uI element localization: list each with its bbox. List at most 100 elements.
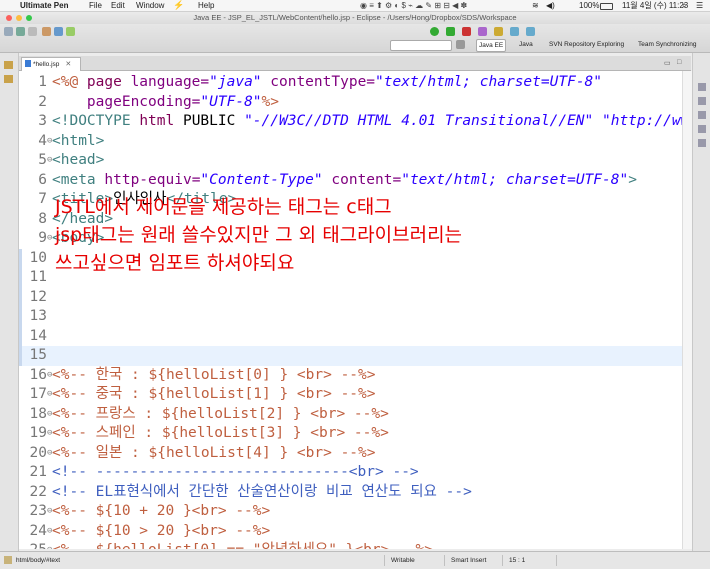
code-line[interactable]: 19 ⊖ <%-- 스페인 : ${helloList[3] } <br> --%> [19, 424, 682, 444]
battery-icon[interactable] [600, 3, 613, 10]
code-token: "UTF-8" [200, 93, 262, 110]
view-icon[interactable] [698, 125, 706, 133]
code-line[interactable]: 5 ⊖ <head> [19, 151, 682, 171]
run-icon[interactable] [430, 27, 439, 36]
line-number: 15 [29, 347, 47, 363]
code-line[interactable]: 6 <meta http-equiv="Content-Type" content… [19, 171, 682, 191]
line-number: 20 [29, 444, 47, 461]
minimize-editor-icon[interactable]: ▭ [664, 59, 671, 67]
close-tab-icon[interactable]: ✕ [65, 61, 71, 68]
code-line[interactable]: 20 ⊖ <%-- 일본 : ${helloList[4] } <br> --%> [19, 444, 682, 464]
view-icon[interactable] [698, 111, 706, 119]
code-line[interactable]: 3 <!DOCTYPE html PUBLIC "-//W3C//DTD HTML… [19, 112, 682, 132]
status-separator [556, 555, 557, 566]
code-token: <%-- 중국 : ${helloList[1] } <br> --%> [52, 386, 376, 402]
change-marker [19, 346, 22, 366]
perspective-team-sync[interactable]: Team Synchronizing [636, 39, 699, 50]
spotlight-icon[interactable]: ⌕ [682, 0, 686, 11]
menu-help[interactable]: Help [198, 0, 214, 11]
code-line[interactable]: 21 <!-- -----------------------------<br>… [19, 463, 682, 483]
project-explorer-icon[interactable] [4, 61, 13, 69]
menu-file[interactable]: File [89, 0, 102, 11]
close-window-icon[interactable] [6, 15, 12, 21]
menu-bar: Ultimate Pen File Edit Window ⚡ Help ◉ ≡… [0, 0, 710, 12]
zoom-window-icon[interactable] [26, 15, 32, 21]
back-icon[interactable] [510, 27, 519, 36]
maximize-editor-icon[interactable]: □ [677, 59, 681, 66]
volume-icon[interactable]: ◀) [546, 0, 555, 11]
status-bar: html/body/#text Writable Smart Insert 15… [0, 551, 710, 569]
code-line[interactable]: 13 [19, 307, 682, 327]
editor-tab[interactable]: *hello.jsp ✕ [21, 57, 81, 71]
code-line[interactable]: 23 ⊖ <%-- ${10 + 20 }<br> --%> [19, 502, 682, 522]
code-token: <%-- 일본 : ${helloList[4] } <br> --%> [52, 444, 376, 461]
app-name-menu[interactable]: Ultimate Pen [20, 0, 68, 11]
clock[interactable]: 11월 4일 (수) 11:23 [622, 0, 688, 11]
code-line[interactable]: 18 ⊖ <%-- 프랑스 : ${helloList[2] } <br> --%> [19, 405, 682, 425]
minimize-window-icon[interactable] [16, 15, 22, 21]
code-line[interactable]: 22 <!-- EL표현식에서 간단한 산술연산이랑 비교 연산도 되요 --> [19, 483, 682, 503]
quick-access-input[interactable] [390, 40, 452, 51]
code-line[interactable]: 4 ⊖ <html> [19, 132, 682, 152]
code-line[interactable]: 2 pageEncoding="UTF-8"%> [19, 93, 682, 113]
outline-icon[interactable] [4, 75, 13, 83]
perspective-java-ee[interactable]: Java EE [476, 39, 507, 52]
code-line[interactable]: 15 [19, 346, 682, 366]
code-line[interactable]: 12 [19, 288, 682, 308]
forward-icon[interactable] [526, 27, 535, 36]
code-editor[interactable]: 1 <%@ page language="java" contentType="t… [19, 71, 682, 549]
notification-icon[interactable]: ☰ [696, 0, 703, 11]
status-path: html/body/#text [16, 557, 61, 564]
annotation-line: jsp태그는 원래 쓸수있지만 그 외 태그라이브러리는 [55, 224, 463, 246]
code-line[interactable]: 17 ⊖ <%-- 중국 : ${helloList[1] } <br> --%> [19, 385, 682, 405]
debug-icon[interactable] [446, 27, 455, 36]
open-perspective-icon[interactable] [456, 40, 465, 49]
external-tools-icon[interactable] [478, 27, 487, 36]
code-line[interactable]: 16 ⊖ <%-- 한국 : ${helloList[0] } <br> --%> [19, 366, 682, 386]
wifi-icon[interactable]: ≋ [532, 0, 539, 11]
line-number: 1 [38, 74, 47, 90]
code-line[interactable]: 1 <%@ page language="java" contentType="t… [19, 73, 682, 93]
code-token: %> [261, 93, 279, 110]
code-line[interactable]: 24 ⊖ <%-- ${10 > 20 }<br> --%> [19, 522, 682, 542]
search-icon[interactable] [66, 27, 75, 36]
new-icon[interactable] [4, 27, 13, 36]
perspective-svn[interactable]: SVN Repository Exploring [547, 39, 626, 50]
editor-tab-label: *hello.jsp [33, 61, 60, 68]
view-icon[interactable] [698, 97, 706, 105]
code-text: <%-- ${10 > 20 }<br> --%> [52, 522, 270, 542]
code-token: pageEncoding= [86, 93, 201, 110]
menu-edit[interactable]: Edit [111, 0, 125, 11]
line-number: 18 [29, 405, 47, 422]
open-type-icon[interactable] [54, 27, 63, 36]
code-text: <!-- EL표현식에서 간단한 산술연산이랑 비교 연산도 되요 --> [52, 483, 472, 503]
menu-window[interactable]: Window [136, 0, 164, 11]
code-token: page [86, 74, 131, 90]
lightning-icon[interactable]: ⚡ [173, 0, 184, 11]
code-token: "text/html; charset=UTF-8" [401, 171, 629, 188]
server-icon[interactable] [42, 27, 51, 36]
code-token: > [628, 171, 637, 188]
window-titlebar[interactable]: Java EE - JSP_EL_JSTL/WebContent/hello.j… [0, 12, 710, 24]
code-text: <%-- 한국 : ${helloList[0] } <br> --%> [52, 366, 376, 386]
view-icon[interactable] [698, 139, 706, 147]
save-icon[interactable] [16, 27, 25, 36]
vertical-scrollbar[interactable] [682, 71, 692, 549]
perspective-java[interactable]: Java [517, 39, 535, 50]
stop-icon[interactable] [462, 27, 471, 36]
status-icons[interactable]: ◉ ≡ ⬆ ⚙ ◐ $ ⌁ ☁ ✎ ⊞ ⊟ ◀ ✽ [360, 0, 467, 11]
code-token: <%-- 한국 : ${helloList[0] } <br> --%> [52, 366, 376, 383]
view-icon[interactable] [698, 83, 706, 91]
print-icon[interactable] [28, 27, 37, 36]
line-number: 25 [19, 541, 47, 549]
code-text: <meta http-equiv="Content-Type" content=… [52, 171, 637, 191]
code-token: <meta [52, 171, 105, 188]
battery-percent[interactable]: 100% [579, 0, 599, 11]
code-token: <%-- 스페인 : ${helloList[3] } <br> --%> [52, 425, 389, 441]
code-line[interactable]: 25⊖<%-- ${helloList[0] == "안녕하세요" }<br> … [19, 541, 682, 549]
code-line[interactable]: 14 [19, 327, 682, 347]
line-number: 7 [38, 191, 47, 207]
next-annotation-icon[interactable] [494, 27, 503, 36]
code-token: <%@ [52, 74, 87, 90]
